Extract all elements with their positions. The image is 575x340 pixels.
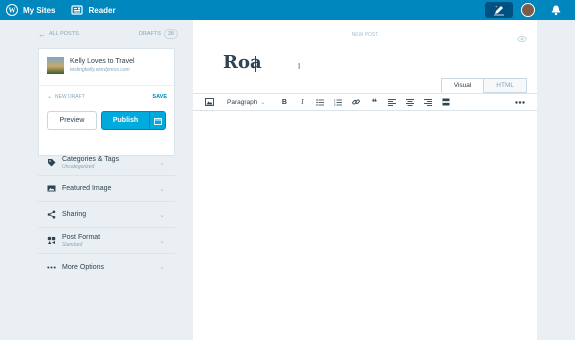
accordion-featured-image[interactable]: Featured Image ⌄ — [38, 176, 175, 202]
my-sites-link[interactable]: W My Sites — [0, 0, 61, 20]
read-more-button[interactable] — [437, 94, 455, 110]
chevron-down-icon: ⌄ — [159, 264, 165, 271]
chevron-down-icon: ⌄ — [47, 94, 53, 100]
accordion-title: Categories & Tags — [62, 156, 120, 163]
accordion-title: Sharing — [62, 211, 87, 218]
add-media-button[interactable] — [203, 94, 215, 110]
notifications-button[interactable] — [549, 3, 563, 17]
accordion-subtitle: Uncategorized — [62, 164, 95, 170]
reader-link[interactable]: Reader — [65, 0, 121, 20]
more-options-icon — [515, 100, 525, 104]
more-options-button[interactable] — [513, 94, 527, 110]
italic-button[interactable]: I — [293, 94, 311, 110]
format-select[interactable]: Paragraph ⌄ — [227, 99, 265, 106]
post-status-label: New Draft — [55, 93, 85, 100]
bullet-list-button[interactable] — [311, 94, 329, 110]
chevron-down-icon: ⌄ — [159, 212, 165, 219]
align-center-button[interactable] — [401, 94, 419, 110]
drafts-count-badge: 38 — [163, 29, 178, 39]
bold-button[interactable]: B — [275, 94, 293, 110]
write-post-icon: + — [494, 4, 504, 16]
all-posts-label: All Posts — [49, 31, 79, 37]
site-info: Kelly Loves to Travel testingkelly.wordp… — [47, 57, 135, 74]
accordion-sharing[interactable]: Sharing ⌄ — [38, 202, 175, 228]
svg-text:+: + — [495, 4, 498, 9]
editor-mode-tabs: Visual HTML — [440, 78, 527, 93]
read-more-icon — [442, 98, 451, 106]
numbered-list-icon: 123 — [334, 99, 343, 106]
align-left-button[interactable] — [383, 94, 401, 110]
site-icon — [47, 57, 64, 74]
save-button[interactable]: Save — [152, 94, 167, 100]
masterbar: W My Sites Reader + — [0, 0, 575, 20]
accordion-categories-tags[interactable]: Categories & Tags Uncategorized ⌄ — [38, 150, 175, 176]
text-cursor — [255, 56, 256, 72]
arrow-left-icon: ← — [38, 29, 46, 39]
schedule-button[interactable] — [149, 112, 165, 129]
post-format-icon — [47, 236, 56, 245]
write-post-button[interactable]: + — [485, 2, 513, 18]
reader-icon — [71, 5, 84, 15]
align-right-button[interactable] — [419, 94, 437, 110]
svg-text:3: 3 — [334, 104, 336, 106]
drafts-label: Drafts — [138, 31, 161, 37]
editor-toolbar: Paragraph ⌄ B I 123 ❝ — [193, 93, 537, 111]
chevron-down-icon: ⌄ — [159, 186, 165, 193]
chevron-down-icon: ⌄ — [260, 99, 266, 106]
tab-visual[interactable]: Visual — [440, 78, 485, 93]
ellipsis-icon — [47, 263, 56, 272]
accordion-subtitle: Standard — [62, 242, 83, 248]
bullet-list-icon — [316, 98, 325, 106]
editor-header-label: New Post — [351, 32, 379, 38]
align-right-icon — [424, 98, 433, 106]
share-icon — [47, 210, 56, 219]
preview-button[interactable]: Preview — [47, 111, 97, 130]
align-left-icon — [388, 98, 397, 106]
format-select-value: Paragraph — [227, 98, 258, 106]
link-button[interactable] — [347, 94, 365, 110]
accordion-more-options[interactable]: More Options ⌄ — [38, 254, 175, 280]
blockquote-icon: ❝ — [371, 96, 378, 107]
post-content-area[interactable] — [193, 112, 537, 340]
drafts-link[interactable]: Drafts 38 — [139, 29, 178, 39]
divider — [39, 85, 174, 86]
eye-icon — [516, 35, 528, 43]
publish-button-group: Publish — [101, 111, 166, 130]
blockquote-button[interactable]: ❝ — [365, 94, 383, 110]
post-status-toggle[interactable]: ⌄ New Draft — [47, 93, 85, 101]
post-editor: New Post Roa I Visual HTML Paragraph ⌄ B… — [193, 20, 537, 340]
site-url: testingkelly.wordpress.com — [70, 67, 130, 73]
wordpress-logo-icon: W — [6, 4, 18, 16]
svg-text:W: W — [9, 7, 16, 15]
tag-icon — [47, 158, 56, 167]
right-gutter — [537, 20, 575, 340]
chevron-down-icon: ⌄ — [159, 160, 165, 167]
preview-eye-button[interactable] — [516, 30, 528, 48]
all-posts-link[interactable]: ← All Posts — [38, 30, 79, 39]
reader-label: Reader — [88, 5, 116, 15]
accordion-title: More Options — [62, 263, 105, 271]
editor-sidebar: ← All Posts Drafts 38 Kelly Loves to Tra… — [0, 20, 193, 340]
accordion-title: Post Format — [62, 234, 101, 241]
chevron-down-icon: ⌄ — [159, 238, 165, 245]
add-media-icon — [204, 98, 214, 106]
publish-button[interactable]: Publish — [102, 117, 149, 124]
avatar[interactable] — [521, 3, 535, 17]
accordion-title: Featured Image — [62, 185, 112, 192]
image-icon — [47, 184, 56, 193]
italic-icon: I — [301, 98, 304, 106]
bell-icon — [551, 5, 561, 16]
numbered-list-button[interactable]: 123 — [329, 94, 347, 110]
bold-icon: B — [281, 98, 287, 106]
link-icon — [352, 99, 361, 105]
accordion-post-format[interactable]: Post Format Standard ⌄ — [38, 228, 175, 254]
ibeam-cursor-icon: I — [298, 62, 301, 71]
sidebar-accordion: Categories & Tags Uncategorized ⌄ Featur… — [38, 150, 175, 280]
align-center-icon — [406, 98, 415, 106]
post-status-card: Kelly Loves to Travel testingkelly.wordp… — [38, 48, 175, 156]
site-title: Kelly Loves to Travel — [70, 58, 135, 65]
calendar-icon — [153, 117, 162, 125]
tab-html[interactable]: HTML — [484, 78, 527, 93]
my-sites-label: My Sites — [23, 5, 56, 15]
